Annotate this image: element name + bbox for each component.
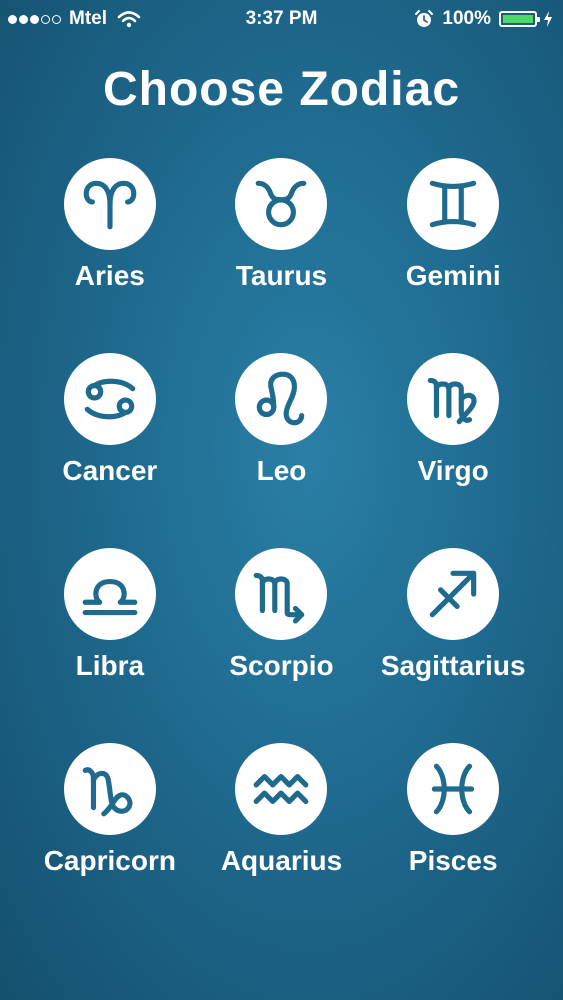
sign-label: Cancer <box>62 455 158 486</box>
capricorn-icon[interactable] <box>63 743 156 835</box>
zodiac-cancer[interactable]: Cancer <box>24 353 196 548</box>
sign-label: Aries <box>74 260 145 291</box>
taurus-icon[interactable] <box>235 158 328 250</box>
aquarius-icon[interactable] <box>235 743 328 835</box>
zodiac-pisces[interactable]: Pisces <box>367 743 539 938</box>
sign-label: Pisces <box>408 845 498 876</box>
pisces-icon[interactable] <box>407 743 500 835</box>
cancer-icon[interactable] <box>63 353 156 445</box>
sagittarius-icon[interactable] <box>407 548 500 640</box>
battery-percent: 100% <box>442 8 491 29</box>
zodiac-taurus[interactable]: Taurus <box>196 158 368 353</box>
charging-bolt-icon <box>544 11 552 27</box>
virgo-icon[interactable] <box>407 353 500 445</box>
leo-icon[interactable] <box>235 353 328 445</box>
zodiac-leo[interactable]: Leo <box>196 353 368 548</box>
sign-label: Leo <box>256 455 307 486</box>
status-right: 100% <box>414 8 553 30</box>
aries-icon[interactable] <box>63 158 156 250</box>
zodiac-aquarius[interactable]: Aquarius <box>196 743 368 938</box>
sign-label: Capricorn <box>43 845 176 876</box>
zodiac-virgo[interactable]: Virgo <box>367 353 539 548</box>
sign-label: Gemini <box>405 260 501 291</box>
sign-label: Taurus <box>235 260 328 291</box>
zodiac-grid: Aries Taurus Gemini Cancer Leo Virgo Lib… <box>24 158 539 938</box>
sign-label: Virgo <box>417 455 489 486</box>
sign-label: Sagittarius <box>380 650 526 681</box>
alarm-clock-icon <box>415 10 434 27</box>
zodiac-aries[interactable]: Aries <box>24 158 196 353</box>
sign-label: Scorpio <box>229 650 334 681</box>
scorpio-icon[interactable] <box>235 548 328 640</box>
page-title: Choose Zodiac <box>102 63 461 116</box>
gemini-icon[interactable] <box>407 158 500 250</box>
zodiac-scorpio[interactable]: Scorpio <box>196 548 368 743</box>
libra-icon[interactable] <box>63 548 156 640</box>
sign-label: Libra <box>75 650 145 681</box>
battery-icon <box>499 11 540 27</box>
sign-label: Aquarius <box>220 845 343 876</box>
zodiac-capricorn[interactable]: Capricorn <box>24 743 196 938</box>
zodiac-libra[interactable]: Libra <box>24 548 196 743</box>
status-bar: Mtel 3:37 PM 100% <box>0 0 563 38</box>
zodiac-sagittarius[interactable]: Sagittarius <box>367 548 539 743</box>
zodiac-gemini[interactable]: Gemini <box>367 158 539 353</box>
